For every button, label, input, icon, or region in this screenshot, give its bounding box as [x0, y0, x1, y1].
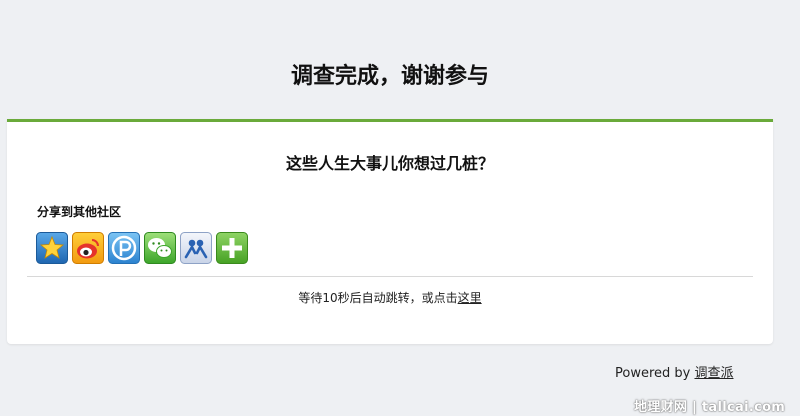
people-icon — [180, 232, 212, 264]
share-buttons — [36, 232, 248, 264]
share-people-button[interactable] — [180, 232, 212, 264]
result-card: 这些人生大事儿你想过几桩？ 分享到其他社区 等待10秒后自动跳转，或点击这里 — [7, 119, 773, 344]
page: 调查完成，谢谢参与 这些人生大事儿你想过几桩？ 分享到其他社区 等待10秒后自动… — [0, 0, 800, 416]
weibo-icon — [72, 232, 104, 264]
powered-by-link[interactable]: 调查派 — [694, 366, 733, 381]
plus-icon — [216, 232, 248, 264]
share-wechat-button[interactable] — [144, 232, 176, 264]
share-favorite-button[interactable] — [36, 232, 68, 264]
survey-title: 这些人生大事儿你想过几桩？ — [285, 154, 494, 173]
page-title: 调查完成，谢谢参与 — [290, 64, 489, 89]
wechat-icon — [144, 232, 176, 264]
share-weibo-button[interactable] — [72, 232, 104, 264]
share-label: 分享到其他社区 — [37, 205, 122, 219]
watermark: 地理财网 | tallcai.com — [634, 400, 786, 415]
redirect-notice: 等待10秒后自动跳转，或点击这里 — [7, 289, 773, 306]
share-more-button[interactable] — [216, 232, 248, 264]
powered-by: Powered by 调查派 — [615, 362, 734, 381]
share-p-button[interactable] — [108, 232, 140, 264]
star-favorite-icon — [36, 232, 68, 264]
redirect-here-link[interactable]: 这里 — [458, 291, 482, 305]
divider — [27, 276, 753, 277]
redirect-text: 等待10秒后自动跳转，或点击 — [298, 291, 458, 305]
powered-by-text: Powered by — [615, 366, 695, 381]
p-logo-icon — [108, 232, 140, 264]
